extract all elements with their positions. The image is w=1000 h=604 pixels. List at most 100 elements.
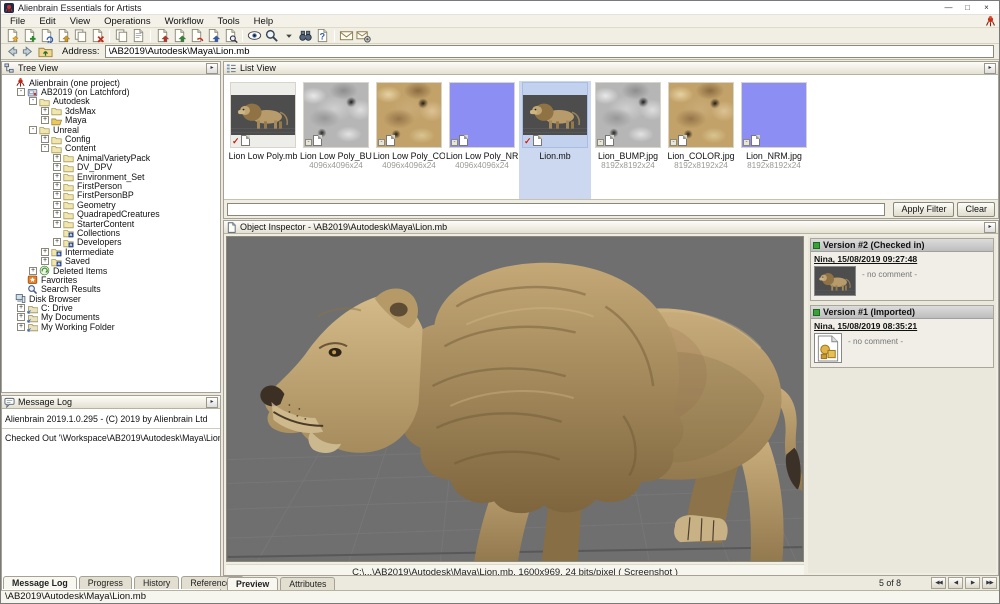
expand-icon[interactable]: + — [17, 304, 25, 312]
menu-tools[interactable]: Tools — [210, 15, 246, 28]
duplicate-icon[interactable] — [72, 28, 89, 43]
file-item-lion-low-poly-bump[interactable]: -Lion Low Poly_BUMP...4096x4096x24 — [300, 81, 372, 199]
back-icon[interactable] — [3, 45, 20, 59]
find-icon[interactable] — [297, 28, 314, 43]
file-item-lion-low-poly-mb[interactable]: ✓Lion Low Poly.mb — [227, 81, 299, 199]
check-out-icon[interactable] — [154, 28, 171, 43]
file-item-lion-color-jpg[interactable]: -Lion_COLOR.jpg8192x8192x24 — [665, 81, 737, 199]
expand-icon[interactable]: + — [53, 182, 61, 190]
tree-item-content[interactable]: -Content — [2, 144, 220, 153]
tree-item-ab2019-on-latchford[interactable]: -AB2019 (on Latchford) — [2, 87, 220, 96]
expand-icon[interactable]: + — [53, 163, 61, 171]
tree-item-dv-dpv[interactable]: +DV_DPV — [2, 163, 220, 172]
menu-edit[interactable]: Edit — [32, 15, 62, 28]
version-scene-thumbnail[interactable] — [814, 266, 856, 296]
expand-icon[interactable]: + — [53, 154, 61, 162]
tree-item-saved[interactable]: +Saved — [2, 256, 220, 265]
delete-icon[interactable] — [89, 28, 106, 43]
copy-icon[interactable] — [113, 28, 130, 43]
up-folder-icon[interactable] — [37, 45, 54, 59]
first-page-icon[interactable]: ◀◀ — [931, 577, 946, 589]
version-entry[interactable]: Version #2 (Checked in)Nina, 15/08/2019 … — [810, 238, 994, 301]
version-file-icon[interactable] — [814, 333, 842, 363]
tree-item-3dsmax[interactable]: +3dsMax — [2, 106, 220, 115]
check-in-icon[interactable] — [171, 28, 188, 43]
tree-item-firstperson[interactable]: +FirstPerson — [2, 181, 220, 190]
filter-input[interactable] — [227, 203, 885, 216]
list-view-menu-button[interactable]: ▸ — [984, 63, 996, 74]
minimize-button[interactable]: — — [939, 2, 958, 14]
collapse-icon[interactable]: - — [29, 97, 37, 105]
preview-viewport-lion-render[interactable] — [226, 236, 804, 562]
tab-message-log[interactable]: Message Log — [3, 576, 77, 589]
next-page-icon[interactable]: ▶ — [965, 577, 980, 589]
tree-item-environment-set[interactable]: +Environment_Set — [2, 172, 220, 181]
new-item-icon[interactable] — [4, 28, 21, 43]
expand-icon[interactable]: + — [17, 313, 25, 321]
tree-item-my-working-folder[interactable]: +My Working Folder — [2, 322, 220, 331]
tree-item-geometry[interactable]: +Geometry — [2, 200, 220, 209]
address-input[interactable] — [105, 45, 995, 58]
tree-item-collections[interactable]: Collections — [2, 228, 220, 237]
file-item-lion-low-poly-colo[interactable]: -Lion Low Poly_COLO...4096x4096x24 — [373, 81, 445, 199]
collapse-icon[interactable]: - — [29, 126, 37, 134]
last-page-icon[interactable]: ▶▶ — [982, 577, 997, 589]
tab-attributes[interactable]: Attributes — [280, 577, 335, 590]
file-item-lion-low-poly-nrm-j[interactable]: -Lion Low Poly_NRM.j...4096x4096x24 — [446, 81, 518, 199]
tree-item-quadrapedcreatures[interactable]: +QuadrapedCreatures — [2, 209, 220, 218]
apply-filter-button[interactable]: Apply Filter — [893, 202, 954, 217]
file-item-lion-nrm-jpg[interactable]: -Lion_NRM.jpg8192x8192x24 — [738, 81, 810, 199]
tree-view-menu-button[interactable]: ▸ — [206, 63, 218, 74]
paste-icon[interactable] — [130, 28, 147, 43]
menu-workflow[interactable]: Workflow — [158, 15, 211, 28]
expand-icon[interactable]: + — [53, 173, 61, 181]
object-inspector-menu-button[interactable]: ▸ — [984, 222, 996, 233]
expand-icon[interactable]: + — [17, 323, 25, 331]
tab-history[interactable]: History — [134, 576, 179, 589]
menu-view[interactable]: View — [63, 15, 97, 28]
refresh-icon[interactable] — [38, 28, 55, 43]
zoom-dropdown-caret-icon[interactable] — [280, 28, 297, 43]
clear-filter-button[interactable]: Clear — [957, 202, 995, 217]
expand-icon[interactable]: + — [41, 257, 49, 265]
menu-operations[interactable]: Operations — [97, 15, 157, 28]
mail-settings-icon[interactable] — [355, 28, 372, 43]
get-latest-icon[interactable] — [205, 28, 222, 43]
expand-icon[interactable]: + — [53, 191, 61, 199]
tree-item-animalvarietypack[interactable]: +AnimalVarietyPack — [2, 153, 220, 162]
expand-icon[interactable]: + — [53, 210, 61, 218]
previous-page-icon[interactable]: ◀ — [948, 577, 963, 589]
forward-icon[interactable] — [20, 45, 37, 59]
add-to-project-icon[interactable] — [21, 28, 38, 43]
expand-icon[interactable]: + — [53, 238, 61, 246]
expand-icon[interactable]: + — [41, 248, 49, 256]
tree-item-developers[interactable]: +Developers — [2, 238, 220, 247]
version-author-date[interactable]: Nina, 15/08/2019 08:35:21 — [814, 321, 990, 331]
zoom-icon[interactable] — [263, 28, 280, 43]
compare-icon[interactable] — [222, 28, 239, 43]
undo-check-out-icon[interactable] — [188, 28, 205, 43]
expand-icon[interactable]: + — [41, 107, 49, 115]
tree-item-startercontent[interactable]: +StarterContent — [2, 219, 220, 228]
tab-preview[interactable]: Preview — [227, 577, 278, 590]
collapse-icon[interactable]: - — [41, 144, 49, 152]
tree-item-unreal[interactable]: -Unreal — [2, 125, 220, 134]
menu-file[interactable]: File — [3, 15, 32, 28]
tree-item-intermediate[interactable]: +Intermediate — [2, 247, 220, 256]
expand-icon[interactable]: + — [53, 201, 61, 209]
help-doc-icon[interactable]: ? — [314, 28, 331, 43]
tab-progress[interactable]: Progress — [79, 576, 132, 589]
collapse-icon[interactable]: - — [17, 88, 25, 96]
menu-help[interactable]: Help — [247, 15, 281, 28]
message-log-menu-button[interactable]: ▸ — [206, 397, 218, 408]
tree-item-maya[interactable]: +Maya — [2, 116, 220, 125]
file-item-lion-bump-jpg[interactable]: -Lion_BUMP.jpg8192x8192x24 — [592, 81, 664, 199]
expand-icon[interactable]: + — [41, 116, 49, 124]
version-entry[interactable]: Version #1 (Imported)Nina, 15/08/2019 08… — [810, 305, 994, 368]
tree-item-firstpersonbp[interactable]: +FirstPersonBP — [2, 191, 220, 200]
tree-item-search-results[interactable]: Search Results — [2, 285, 220, 294]
expand-icon[interactable]: + — [41, 135, 49, 143]
file-item-lion-mb[interactable]: ✓Lion.mb — [519, 81, 591, 199]
send-mail-icon[interactable] — [338, 28, 355, 43]
tree-item-config[interactable]: +Config — [2, 134, 220, 143]
